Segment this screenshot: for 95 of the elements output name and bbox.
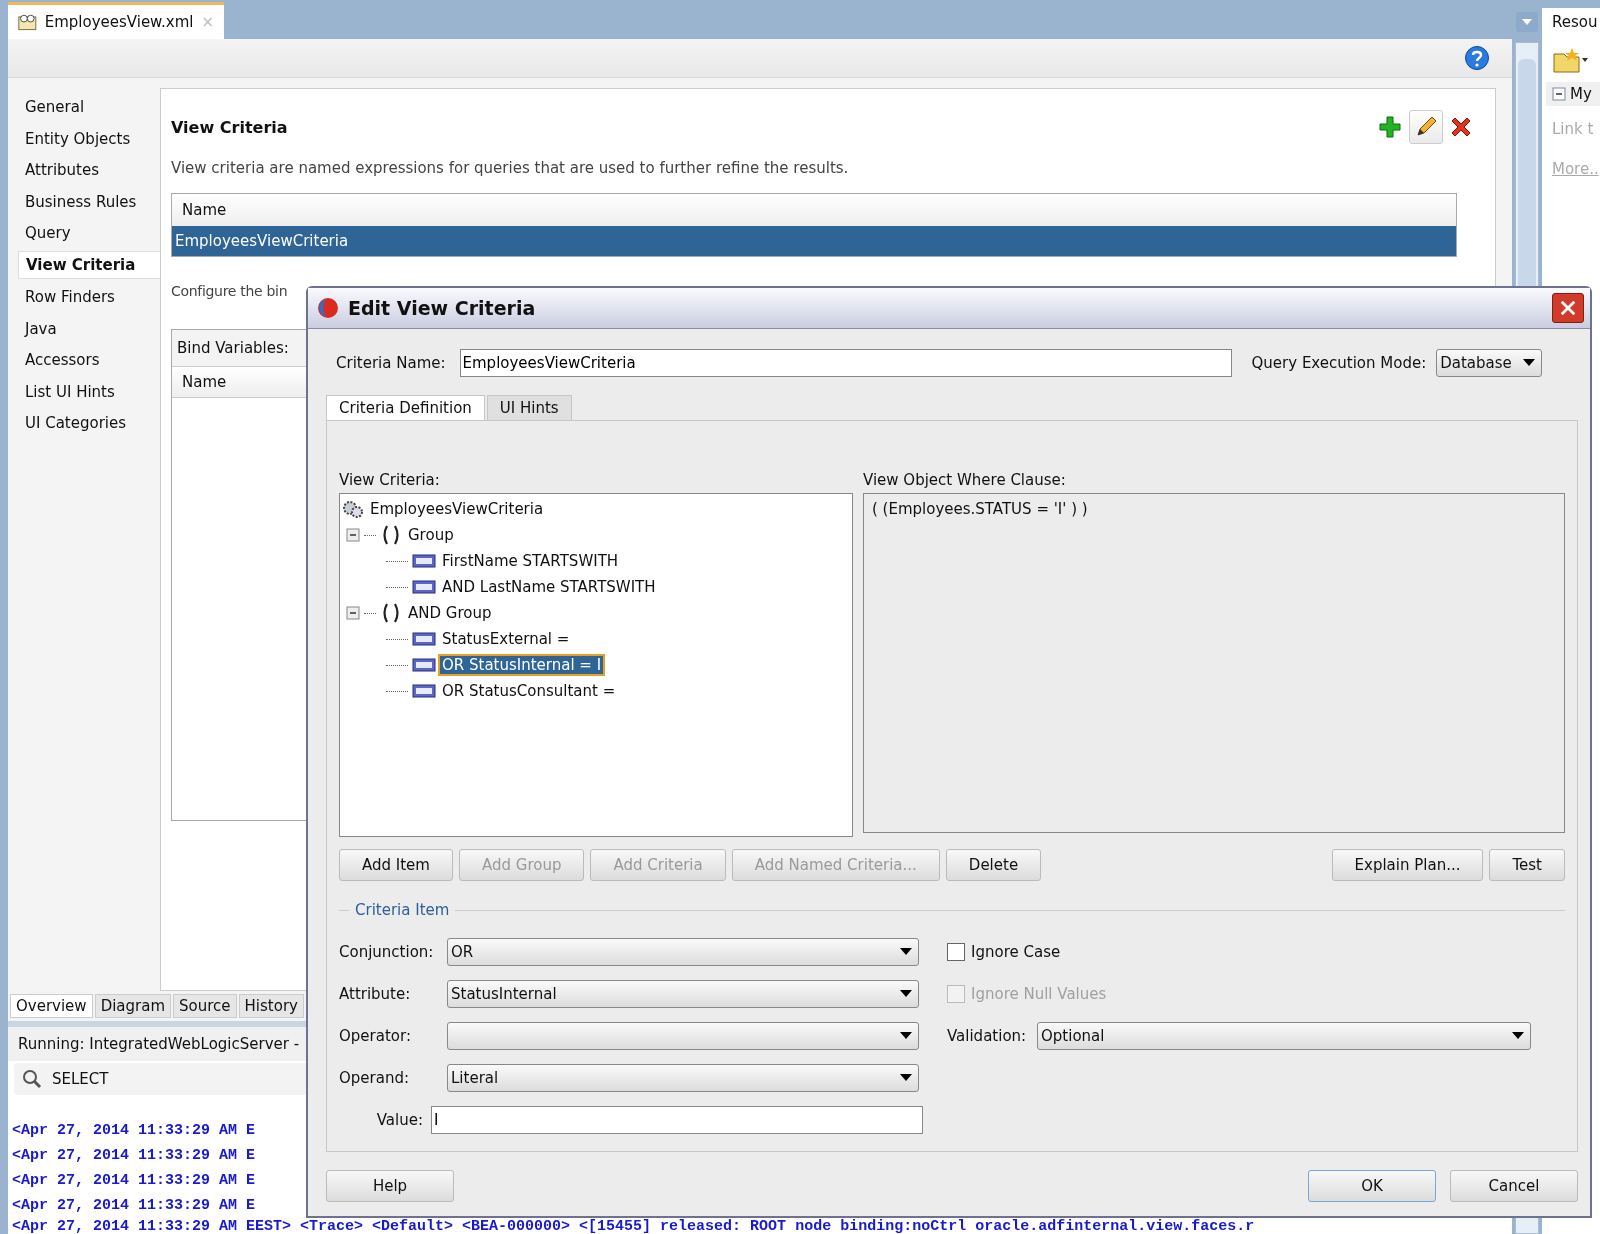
nav-item[interactable]: General <box>18 92 160 124</box>
dialog-button[interactable]: Help <box>326 1170 454 1202</box>
checkbox-label: Ignore Null Values <box>971 985 1107 1003</box>
caret-icon <box>900 1074 912 1082</box>
nav-item[interactable]: Accessors <box>18 345 160 377</box>
editor-tab[interactable]: EmployeesView.xml × <box>8 2 224 40</box>
where-clause-label: View Object Where Clause: <box>863 471 1067 489</box>
editor-view-tab[interactable]: Source <box>173 994 237 1019</box>
field-icon <box>412 684 436 698</box>
help-icon[interactable] <box>1464 45 1490 72</box>
execution-mode-dropdown[interactable]: Database <box>1436 349 1543 377</box>
table-row[interactable]: EmployeesViewCriteria <box>172 226 1456 257</box>
field-label: Attribute: <box>339 985 412 1003</box>
parentheses-icon <box>380 602 402 624</box>
collapse-icon[interactable] <box>346 606 360 620</box>
checkbox-label: Ignore Case <box>971 943 1061 961</box>
tree-group-label[interactable]: Group <box>406 526 456 544</box>
section-label: My <box>1570 85 1592 103</box>
nav-item[interactable]: List UI Hints <box>18 376 160 408</box>
nav-item[interactable]: Entity Objects <box>18 123 160 156</box>
editor-view-tab[interactable]: Diagram <box>94 994 172 1019</box>
action-button[interactable]: Add Item <box>339 849 453 881</box>
dialog-button[interactable]: Cancel <box>1450 1170 1578 1202</box>
dialog-tab[interactable]: Criteria Definition <box>326 395 485 420</box>
editor-view-tab[interactable]: History <box>238 994 304 1019</box>
section-heading: Criteria Item <box>355 901 450 919</box>
field-icon <box>412 580 436 594</box>
dropdown[interactable]: OR <box>447 938 919 966</box>
dropdown[interactable]: Optional <box>1037 1022 1531 1050</box>
panel-title: Resou <box>1552 12 1599 33</box>
log-line: <Apr 27, 2014 11:33:29 AM EEST> <Trace> <Default> <BEA-000000> <[15455] released: ROOT node binding:noCtrl oracle.adfinternal.view.faces.r <box>12 1220 1255 1234</box>
tree-item-label[interactable]: OR StatusConsultant = <box>440 682 618 700</box>
log-line: <Apr 27, 2014 11:33:29 AM E <box>12 1146 256 1166</box>
search-icon <box>22 1069 42 1089</box>
nav-item[interactable]: Java <box>18 313 160 346</box>
log-line: <Apr 27, 2014 11:33:29 AM E <box>12 1196 256 1216</box>
add-icon[interactable] <box>1377 114 1403 141</box>
tree-item-label[interactable]: StatusExternal = <box>440 630 572 648</box>
gears-icon <box>342 499 364 519</box>
app-logo-icon <box>316 296 340 320</box>
caret-icon <box>1521 18 1533 26</box>
dropdown[interactable] <box>447 1022 919 1050</box>
caret-icon <box>900 948 912 956</box>
tree-root-label[interactable]: EmployeesViewCriteria <box>368 500 546 518</box>
field-icon <box>412 632 436 646</box>
nav-item[interactable]: Query <box>18 218 160 250</box>
section-description: View criteria are named expressions for queries that are used to further refine the results. <box>171 159 850 180</box>
dropdown[interactable]: StatusInternal <box>447 980 919 1008</box>
action-button[interactable]: Delete <box>945 849 1042 881</box>
collapse-icon[interactable] <box>346 528 360 542</box>
checkbox[interactable] <box>947 943 965 961</box>
field-icon <box>412 554 436 568</box>
close-icon <box>1559 298 1577 318</box>
dialog-tab[interactable]: UI Hints <box>486 395 572 420</box>
field-label: Validation: <box>947 1027 1028 1045</box>
caret-icon <box>1523 359 1536 367</box>
field-label: Operand: <box>339 1069 410 1087</box>
nav-item[interactable]: Attributes <box>18 155 160 187</box>
dialog-title: Edit View Criteria <box>348 297 536 319</box>
log-line: <Apr 27, 2014 11:33:29 AM E <box>12 1121 256 1141</box>
action-button[interactable]: Explain Plan... <box>1331 849 1484 881</box>
view-criteria-label: View Criteria: <box>339 471 441 489</box>
section-title: View Criteria <box>171 117 288 137</box>
editor-tab-title: EmployeesView.xml <box>44 13 194 32</box>
value-field[interactable]: I <box>431 1106 923 1134</box>
dialog-button[interactable]: OK <box>1308 1170 1436 1202</box>
link-text: Link t <box>1552 120 1595 138</box>
tree-item-label[interactable]: OR StatusInternal = I <box>440 656 604 674</box>
caret-icon <box>1512 1032 1524 1040</box>
configure-text: Configure the bin <box>171 283 289 300</box>
parentheses-icon <box>380 524 402 546</box>
field-label: Operator: <box>339 1027 412 1045</box>
criteria-name-field[interactable]: EmployeesViewCriteria <box>459 349 1232 377</box>
dropdown[interactable]: Literal <box>447 1064 919 1092</box>
nav-item[interactable]: Business Rules <box>18 186 160 218</box>
field-icon <box>412 658 436 672</box>
close-button[interactable] <box>1552 293 1584 323</box>
editor-view-tab[interactable]: Overview <box>10 994 93 1019</box>
nav-item[interactable]: UI Categories <box>18 407 160 440</box>
log-line: <Apr 27, 2014 11:33:29 AM E <box>12 1171 256 1191</box>
field-label: Value: <box>375 1111 424 1129</box>
caret-icon <box>900 990 912 998</box>
where-clause-text: ( (Employees.STATUS = 'I' ) ) <box>872 500 1088 518</box>
caret-icon <box>900 1032 912 1040</box>
tree-group-label[interactable]: AND Group <box>406 604 494 622</box>
tree-item-label[interactable]: FirstName STARTSWITH <box>440 552 621 570</box>
field-label: Conjunction: <box>339 943 435 961</box>
nav-item[interactable]: View Criteria <box>18 251 160 280</box>
edit-button[interactable] <box>1409 110 1443 145</box>
nav-item[interactable]: Row Finders <box>18 282 160 314</box>
tree-item-label[interactable]: AND LastName STARTSWITH <box>440 578 658 596</box>
execution-mode-label: Query Execution Mode: <box>1251 354 1427 372</box>
file-icon <box>18 12 37 33</box>
action-button[interactable]: Test <box>1489 849 1565 881</box>
collapse-icon[interactable] <box>1552 87 1566 101</box>
